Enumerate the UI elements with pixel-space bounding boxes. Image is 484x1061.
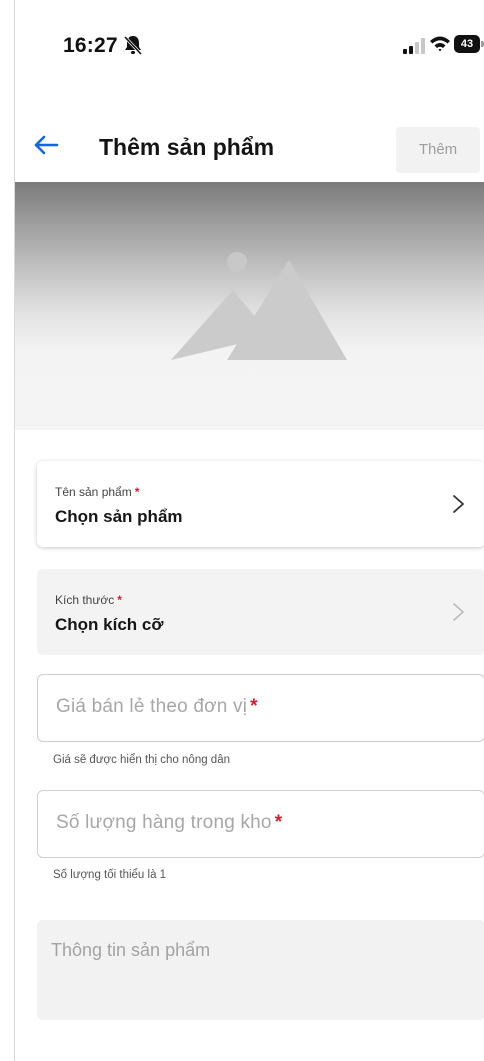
back-button[interactable]: [29, 128, 63, 162]
product-name-label: Tên sản phẩm *: [55, 485, 140, 499]
page-title: Thêm sản phẩm: [99, 134, 275, 160]
add-button[interactable]: Thêm: [396, 127, 480, 173]
signal-icon: [403, 38, 425, 54]
status-bar: 16:27 43: [15, 0, 484, 90]
product-image-picker[interactable]: [15, 182, 484, 430]
wifi-icon: [430, 36, 450, 52]
bell-off-icon: [123, 35, 143, 56]
image-placeholder-icon: [171, 252, 347, 360]
chevron-right-icon: [453, 495, 464, 513]
required-mark: *: [250, 696, 258, 717]
product-name-selector[interactable]: Tên sản phẩm * Chọn sản phẩm: [37, 461, 484, 547]
stock-placeholder: Số lượng hàng trong kho *: [56, 812, 283, 833]
app-screen: 16:27 43 Thêm sản phẩm Thêm Tên sản phẩm…: [14, 0, 484, 1061]
battery-icon: 43: [454, 35, 484, 53]
price-placeholder: Giá bán lẻ theo đơn vị *: [56, 696, 258, 717]
arrow-left-icon: [34, 135, 59, 155]
required-mark: *: [274, 812, 283, 833]
price-input[interactable]: Giá bán lẻ theo đơn vị *: [37, 674, 484, 742]
battery-level: 43: [454, 35, 480, 53]
required-mark: *: [117, 593, 122, 607]
product-name-value: Chọn sản phẩm: [55, 507, 183, 526]
size-value: Chọn kích cỡ: [55, 615, 164, 634]
product-info-placeholder: Thông tin sản phẩm: [51, 940, 211, 960]
size-label: Kích thước *: [55, 593, 122, 607]
price-helper-text: Giá sẽ được hiển thị cho nông dân: [53, 754, 230, 766]
status-time: 16:27: [63, 34, 118, 57]
stock-input[interactable]: Số lượng hàng trong kho *: [37, 790, 484, 858]
size-selector[interactable]: Kích thước * Chọn kích cỡ: [37, 569, 484, 655]
chevron-right-icon: [453, 603, 464, 621]
stock-helper-text: Số lượng tối thiểu là 1: [53, 869, 167, 881]
product-info-textarea[interactable]: Thông tin sản phẩm: [37, 920, 484, 1020]
app-header: Thêm sản phẩm Thêm: [15, 118, 484, 182]
required-mark: *: [134, 485, 140, 499]
